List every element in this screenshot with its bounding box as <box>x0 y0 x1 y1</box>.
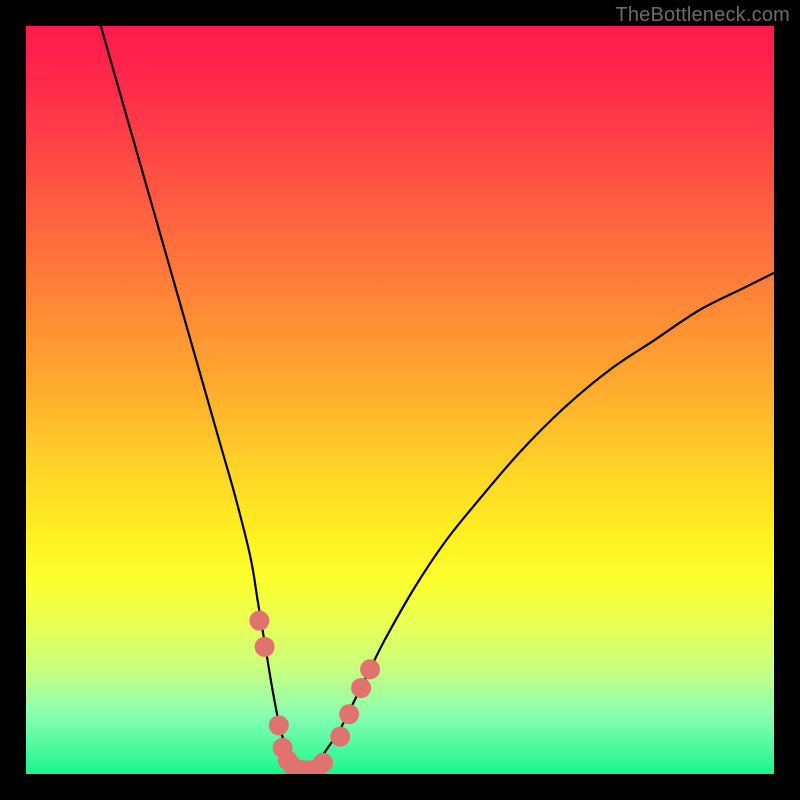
marker-dot <box>255 637 275 657</box>
chart-svg <box>26 26 774 774</box>
marker-dot <box>360 659 380 679</box>
marker-dot <box>249 611 269 631</box>
highlighted-points <box>249 611 380 774</box>
bottleneck-curve <box>101 26 774 771</box>
marker-dot <box>339 704 359 724</box>
marker-dot <box>330 727 350 747</box>
chart-plot-area <box>26 26 774 774</box>
marker-dot <box>313 753 333 773</box>
marker-dot <box>269 715 289 735</box>
marker-dot <box>351 678 371 698</box>
watermark-text: TheBottleneck.com <box>615 4 790 27</box>
